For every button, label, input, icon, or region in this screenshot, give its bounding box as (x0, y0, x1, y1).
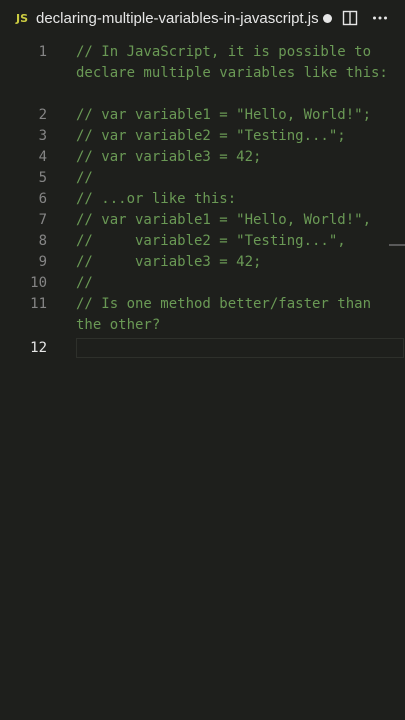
line-number: 10 (30, 275, 47, 291)
more-actions-icon[interactable] (372, 10, 388, 26)
unsaved-changes-icon[interactable] (323, 14, 332, 23)
code-text[interactable]: // In JavaScript, it is possible to decl… (76, 42, 398, 84)
code-text[interactable]: // ...or like this: (76, 189, 398, 210)
code-text[interactable]: // var variable1 = "Hello, World!"; (76, 105, 398, 126)
editor-tab-bar: JS declaring-multiple-variables-in-javas… (0, 0, 405, 39)
line-number: 4 (38, 149, 47, 165)
code-text[interactable]: // var variable3 = 42; (76, 147, 398, 168)
code-text[interactable]: // variable3 = 42; (76, 252, 398, 273)
line-number: 7 (38, 212, 47, 228)
line-number: 6 (38, 191, 47, 207)
code-text[interactable]: // variable2 = "Testing...", (76, 231, 398, 252)
split-editor-icon[interactable] (342, 10, 358, 26)
code-editor[interactable]: 1 // In JavaScript, it is possible to de… (0, 38, 405, 720)
scrollbar-thumb[interactable] (389, 244, 405, 246)
current-line-highlight[interactable] (76, 338, 404, 358)
line-number: 8 (38, 233, 47, 249)
line-number: 9 (38, 254, 47, 270)
code-text[interactable]: // Is one method better/faster than the … (76, 294, 398, 336)
line-number: 1 (38, 44, 47, 60)
line-number: 12 (30, 340, 47, 356)
javascript-file-icon: JS (16, 12, 29, 25)
code-text[interactable]: // (76, 273, 398, 294)
code-text[interactable]: // var variable1 = "Hello, World!", (76, 210, 398, 231)
line-number: 5 (38, 170, 47, 186)
code-text[interactable]: // var variable2 = "Testing..."; (76, 126, 398, 147)
line-number: 2 (38, 107, 47, 123)
tab-title[interactable]: declaring-multiple-variables-in-javascri… (36, 10, 319, 27)
line-number: 3 (38, 128, 47, 144)
code-text[interactable]: // (76, 168, 398, 189)
line-number: 11 (30, 296, 47, 312)
